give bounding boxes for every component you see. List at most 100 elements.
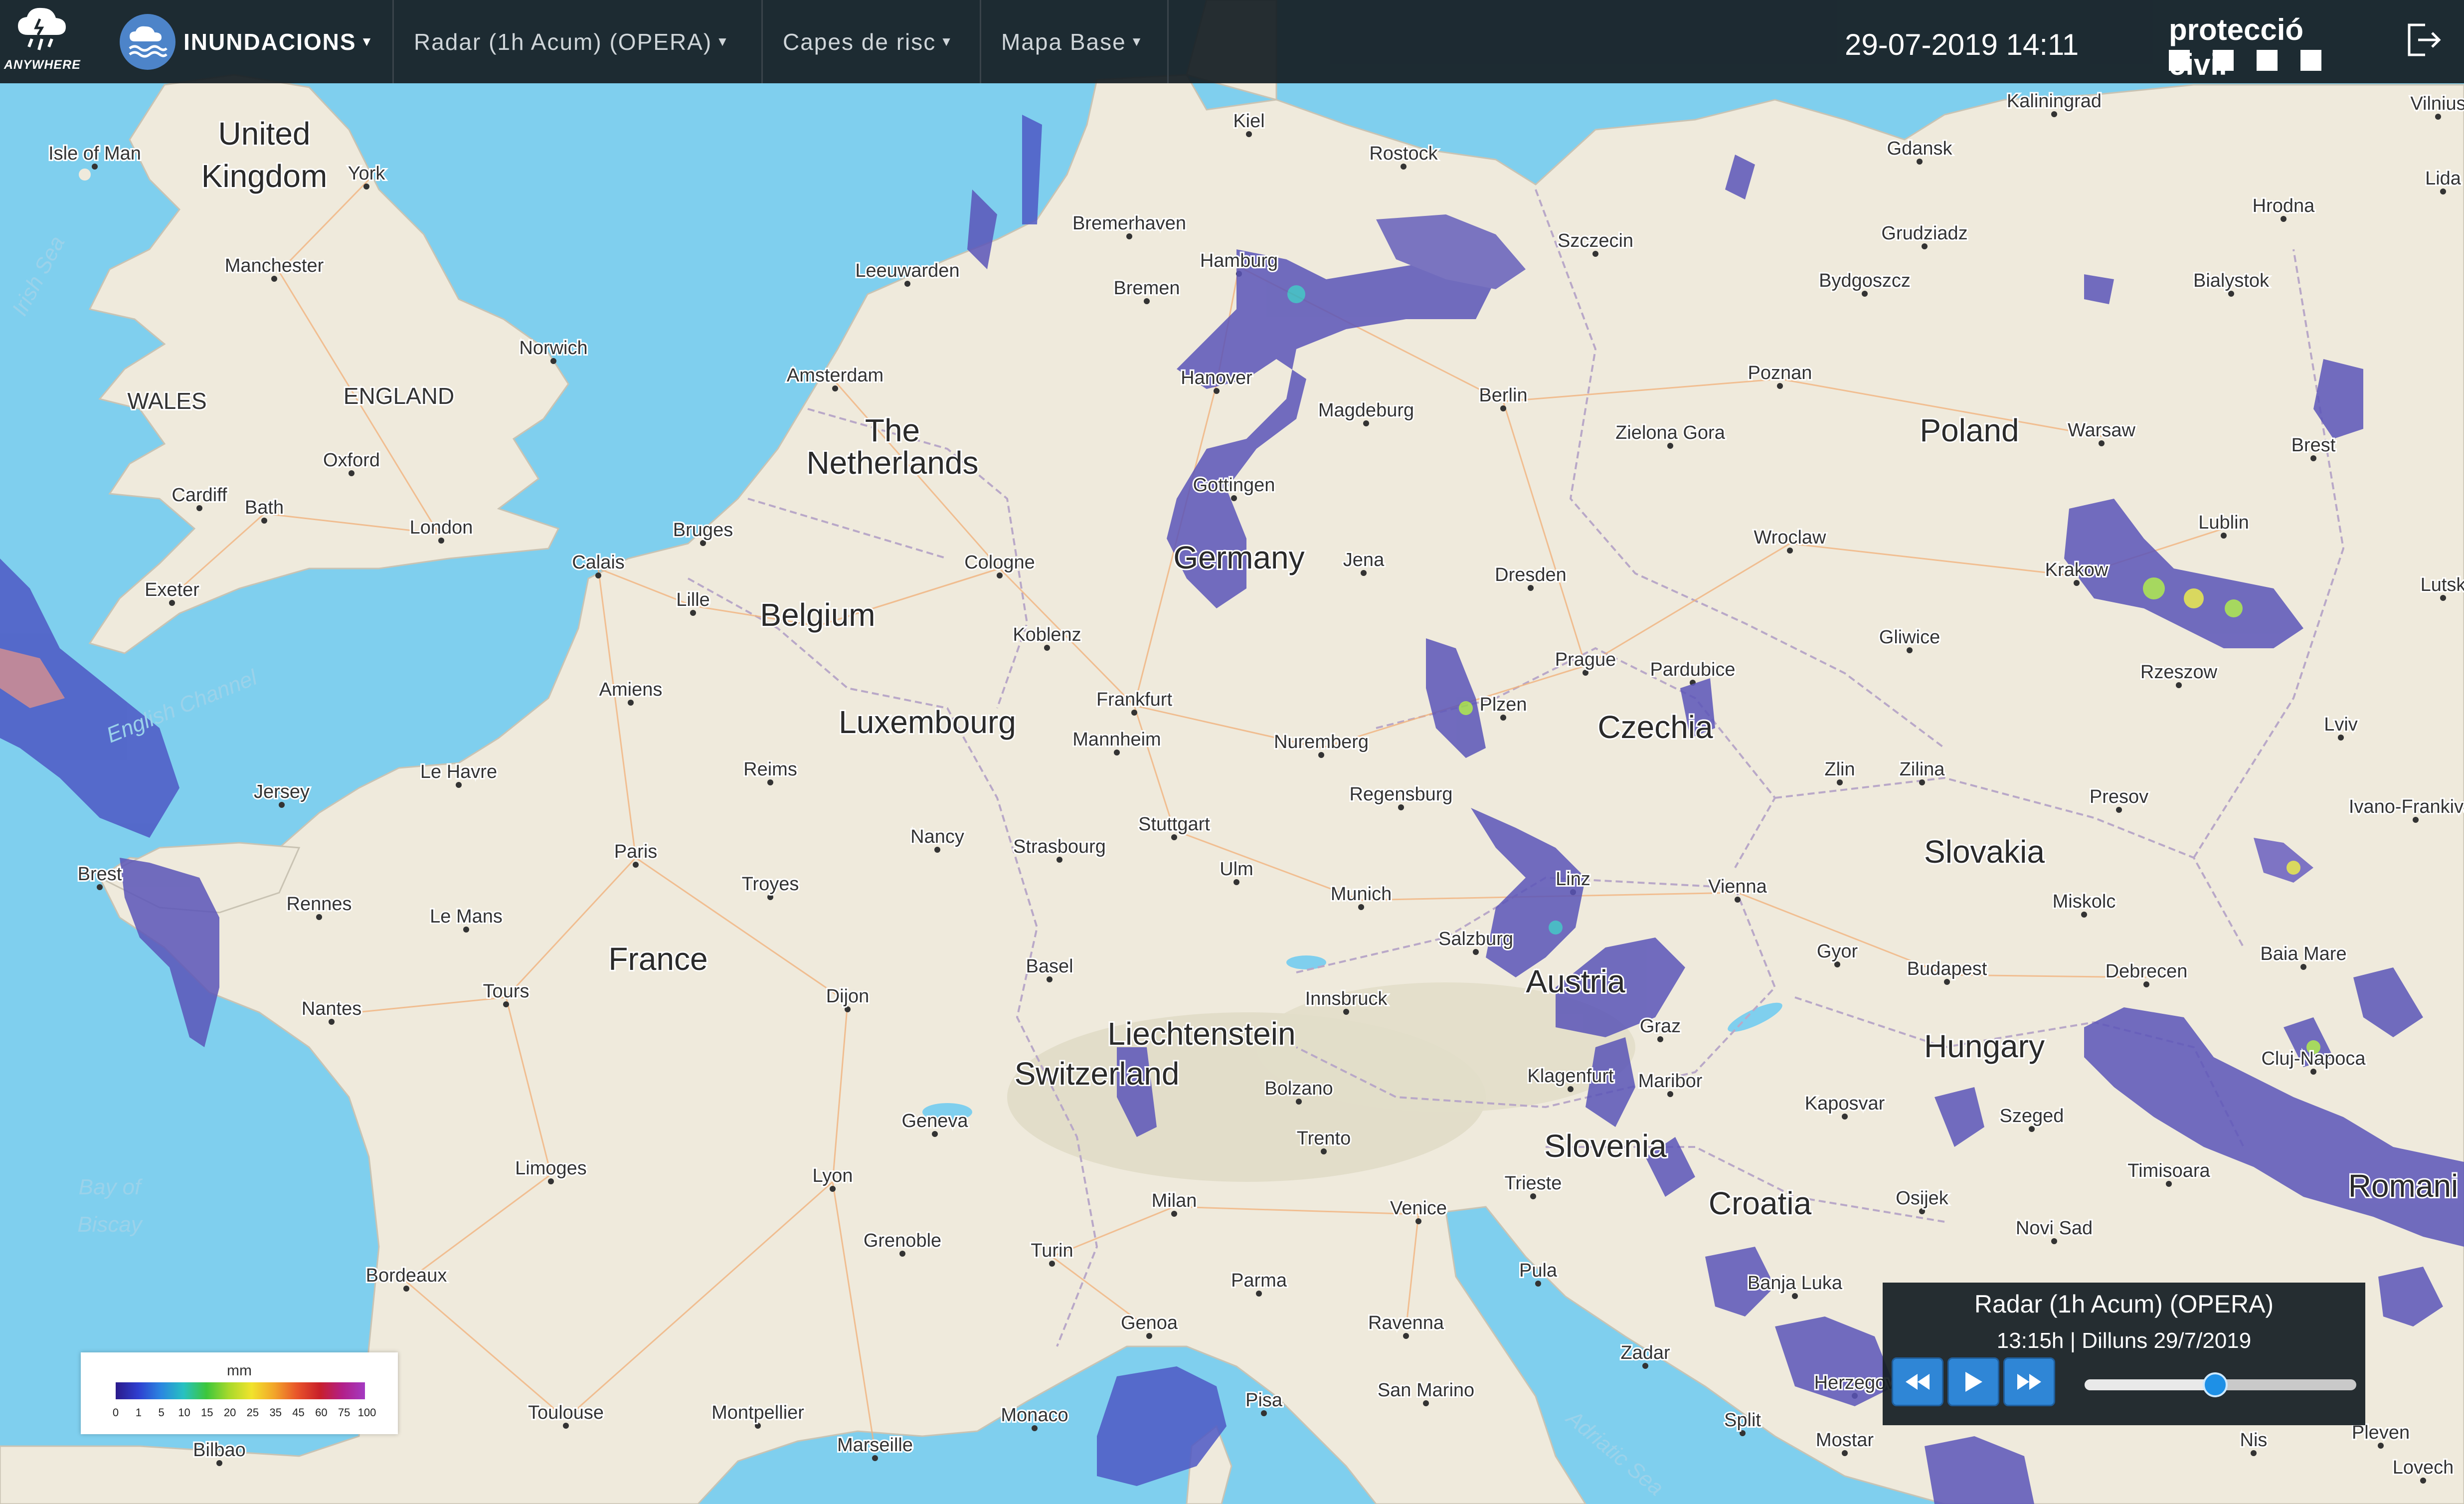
city-dot	[1403, 1333, 1409, 1339]
country-label: Luxembourg	[839, 704, 1016, 740]
logout-button[interactable]	[2403, 20, 2443, 60]
city-dot	[1535, 1281, 1541, 1287]
play-button[interactable]	[1947, 1357, 1999, 1406]
city-label: Berlin	[1479, 385, 1527, 406]
city-label: Maribor	[1638, 1071, 1703, 1092]
city-dot	[1171, 834, 1177, 840]
city-dot	[934, 847, 940, 853]
city-label: Jena	[1343, 550, 1385, 570]
city-label: Trieste	[1505, 1173, 1562, 1194]
rewind-button[interactable]	[1892, 1357, 1943, 1406]
time-slider-thumb[interactable]	[2202, 1372, 2228, 1397]
city-label: Venice	[1390, 1198, 1447, 1219]
city-dot	[349, 470, 354, 476]
city-dot	[845, 1006, 851, 1012]
legend-tick: 45	[292, 1406, 305, 1419]
city-label: Ravenna	[1368, 1313, 1444, 1333]
city-label: Szeged	[2000, 1106, 2064, 1127]
menu-capes-risc[interactable]: Capes de risc ▼	[763, 0, 981, 83]
city-label: Gottingen	[1193, 475, 1275, 496]
city-label: Grenoble	[864, 1230, 941, 1251]
city-dot	[872, 1455, 878, 1461]
city-label: Dijon	[826, 986, 870, 1007]
city-dot	[1657, 1036, 1663, 1042]
legend-ticks: 0 1 5 10 15 20 25 35 45 60 75 100	[112, 1406, 376, 1421]
city-label: Pleven	[2352, 1422, 2410, 1443]
city-dot	[363, 184, 369, 189]
city-label: Rostock	[1369, 143, 1438, 164]
city-dot	[1592, 251, 1598, 257]
city-label: Zilina	[1900, 759, 1945, 780]
menu-mapa-base[interactable]: Mapa Base ▼	[981, 0, 1169, 83]
city-dot	[1740, 1430, 1746, 1436]
city-dot	[1944, 979, 1950, 985]
city-dot	[216, 1460, 222, 1466]
country-label: Poland	[1920, 412, 2019, 448]
city-dot	[1568, 1086, 1574, 1092]
menu-inundacions[interactable]: INUNDACIONS ▼	[115, 0, 394, 83]
map-canvas[interactable]: Isle of Man York Manchester Norwich Oxford Ca…	[0, 0, 2464, 1504]
city-dot	[1917, 159, 1923, 165]
city-label: Cologne	[964, 552, 1035, 573]
city-dot	[1047, 976, 1053, 982]
menu-radar-layer[interactable]: Radar (1h Acum) (OPERA) ▼	[394, 0, 763, 83]
city-label: Grudziadz	[1881, 223, 1967, 244]
player-time: 13:15h | Dilluns 29/7/2019	[1996, 1328, 2252, 1353]
city-dot	[2440, 595, 2446, 601]
menu-radar-label: Radar (1h Acum) (OPERA)	[414, 28, 712, 55]
city-label: Lublin	[2198, 512, 2249, 533]
city-dot	[1842, 1450, 1848, 1456]
city-dot	[2081, 912, 2087, 918]
city-dot	[1261, 1410, 1267, 1416]
menu-mapa-label: Mapa Base	[1001, 28, 1126, 55]
country-label: Slovenia	[1544, 1128, 1667, 1164]
city-label: Nuremberg	[1274, 732, 1369, 752]
city-dot	[2228, 291, 2234, 297]
city-label: Lida	[2425, 168, 2462, 189]
city-label: Miskolc	[2053, 891, 2116, 912]
city-dot	[2420, 1478, 2426, 1484]
city-dot	[2310, 455, 2316, 461]
country-label: ENGLAND	[344, 383, 454, 409]
city-label: Lille	[676, 589, 710, 610]
city-label: Lviv	[2324, 714, 2358, 735]
city-dot	[1114, 750, 1120, 755]
legend-tick: 15	[201, 1406, 213, 1419]
city-dot	[1233, 879, 1239, 885]
city-dot	[1837, 779, 1843, 785]
caret-down-icon: ▼	[940, 34, 954, 49]
time-slider[interactable]	[2085, 1372, 2356, 1397]
city-dot	[196, 505, 202, 511]
city-dot	[1171, 1211, 1177, 1217]
city-dot	[279, 802, 285, 808]
city-dot	[2378, 1443, 2384, 1449]
city-label: Plzen	[1479, 694, 1527, 715]
country-label: Slovakia	[1924, 834, 2045, 870]
city-label: Koblenz	[1013, 624, 1081, 645]
city-dot	[2166, 1181, 2172, 1187]
city-dot	[1922, 243, 1928, 249]
app-logo[interactable]: ANYWHERE	[4, 4, 80, 79]
country-label: Romani	[2348, 1168, 2459, 1204]
city-label: Stuttgart	[1138, 814, 1210, 835]
city-dot	[2176, 682, 2182, 688]
city-label: Pardubice	[1650, 659, 1735, 680]
country-label: WALES	[127, 388, 206, 414]
city-dot	[2051, 1238, 2057, 1244]
city-label: Basel	[1026, 956, 1073, 977]
city-label: Warsaw	[2068, 420, 2135, 441]
legend-tick: 1	[135, 1406, 142, 1419]
country-label: Croatia	[1709, 1185, 1812, 1221]
city-label: Brest	[78, 864, 122, 885]
city-dot	[1862, 291, 1868, 297]
city-dot	[755, 1423, 761, 1429]
city-dot	[767, 779, 773, 785]
play-icon	[1965, 1372, 1982, 1392]
city-label: Graz	[1640, 1016, 1681, 1037]
city-dot	[456, 782, 462, 788]
country-label: Hungary	[1924, 1028, 2045, 1064]
city-label: Wroclaw	[1754, 527, 1827, 548]
fast-forward-button[interactable]	[2003, 1357, 2055, 1406]
city-dot	[633, 862, 639, 868]
country-label: Switzerland	[1015, 1056, 1180, 1092]
